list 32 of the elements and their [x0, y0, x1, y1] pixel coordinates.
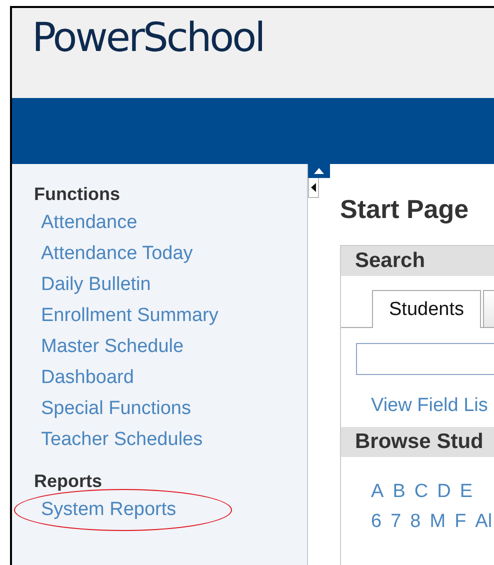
letter-link[interactable]: 8	[410, 507, 421, 537]
section-heading: Reports	[34, 471, 102, 492]
collapse-left-button[interactable]	[308, 178, 319, 198]
letter-link[interactable]: 7	[390, 507, 402, 537]
left-arrow-icon	[311, 183, 316, 192]
letter-link[interactable]: M	[430, 507, 446, 537]
section-heading: Functions	[34, 184, 120, 205]
letter-link[interactable]: Al	[475, 507, 492, 537]
panel-heading: Browse Stud	[341, 427, 494, 457]
sidebar-link[interactable]: Dashboard	[41, 366, 134, 390]
sidebar-link[interactable]: Attendance Today	[41, 242, 193, 266]
letter-link[interactable]: D	[437, 477, 451, 507]
letter-link[interactable]: C	[414, 477, 428, 507]
sidebar-link[interactable]: Special Functions	[41, 397, 191, 421]
sidebar-link[interactable]: Enrollment Summary	[41, 304, 218, 328]
page-title: Start Page	[340, 194, 469, 225]
sidebar-link[interactable]: Master Schedule	[41, 335, 184, 359]
letter-link[interactable]: F	[454, 507, 466, 537]
logo: PowerSchool	[32, 14, 264, 63]
letter-link[interactable]: E	[460, 477, 473, 507]
up-arrow-icon	[314, 168, 324, 174]
letter-link[interactable]: A	[371, 477, 384, 507]
sidebar-link[interactable]: Teacher Schedules	[41, 428, 203, 452]
panel-heading: Search	[341, 246, 494, 276]
letter-link[interactable]: 6	[371, 507, 382, 537]
sidebar-link[interactable]: System Reports	[41, 498, 176, 522]
sidebar-link[interactable]: Attendance	[41, 211, 138, 235]
letter-link[interactable]: B	[392, 477, 406, 507]
view-field-list-link[interactable]: View Field Lis	[341, 375, 494, 427]
sidebar-link[interactable]: Daily Bulletin	[41, 273, 151, 297]
collapse-up-button[interactable]	[308, 164, 330, 178]
tab[interactable]: Students	[372, 290, 481, 328]
